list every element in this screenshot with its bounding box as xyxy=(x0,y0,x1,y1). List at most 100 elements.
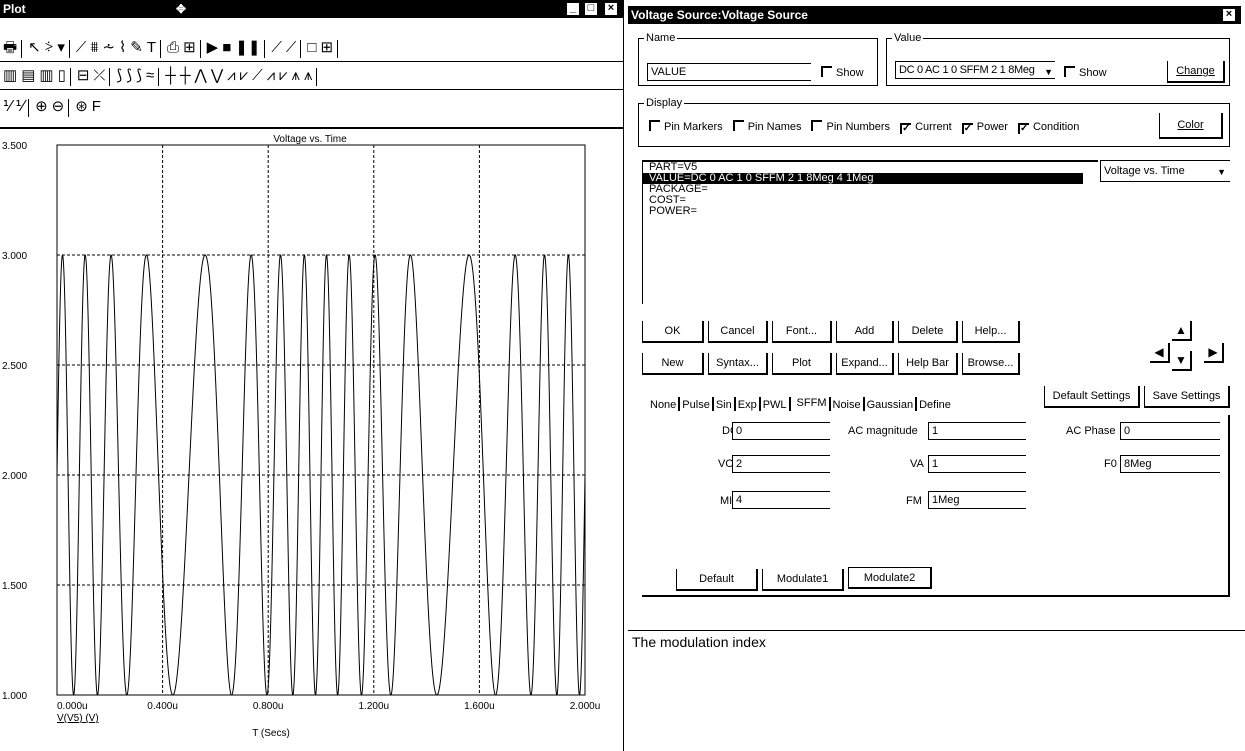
toolbar-button-icon[interactable]: ▾ xyxy=(57,39,65,57)
toolbar-button-icon[interactable]: ┼ xyxy=(180,67,191,85)
display-option-current[interactable]: Current xyxy=(900,121,952,134)
toolbar-button-icon[interactable]: ⩚ xyxy=(304,67,312,85)
toolbar-button-icon[interactable]: ▥ xyxy=(39,67,53,85)
f0-field[interactable]: 8Meg xyxy=(1120,455,1220,473)
toolbar-button-icon[interactable]: ▯ xyxy=(58,67,66,85)
dialog-close-icon[interactable]: × xyxy=(1222,8,1236,22)
toolbar-button-icon[interactable]: 🖶 xyxy=(3,39,17,57)
toolbar-button-icon[interactable]: ⩩ xyxy=(90,39,98,57)
toolbar-button-icon[interactable]: ⟆ xyxy=(126,67,132,85)
name-show-checkbox[interactable]: Show xyxy=(821,66,864,80)
toolbar-button-icon[interactable]: ⸖ xyxy=(45,39,54,57)
toolbar-button-icon[interactable]: T xyxy=(147,39,156,57)
dialog-ok-button[interactable]: OK xyxy=(642,321,704,343)
chevron-down-icon[interactable]: ▼ xyxy=(1217,162,1226,181)
toolbar-button-icon[interactable]: ↖ xyxy=(28,39,41,57)
tab-noise[interactable]: Noise xyxy=(833,399,861,411)
toolbar-button-icon[interactable]: ⟆ xyxy=(116,67,122,85)
dialog-titlebar[interactable]: Voltage Source:Voltage Source xyxy=(628,6,1241,24)
toolbar-button-icon[interactable]: ⩘ xyxy=(227,67,235,85)
value-show-checkbox[interactable]: Show xyxy=(1064,66,1107,80)
save-settings-button[interactable]: Save Settings xyxy=(1144,386,1230,408)
toolbar-button-icon[interactable]: ⩘ xyxy=(267,67,275,85)
display-option-pin-numbers[interactable]: Pin Numbers xyxy=(811,120,890,133)
arrow-right-icon[interactable]: ▶ xyxy=(1204,343,1224,363)
toolbar-button-icon[interactable]: ≈ xyxy=(146,67,154,85)
display-option-condition[interactable]: Condition xyxy=(1017,121,1079,134)
plot-titlebar[interactable]: Plot ✥ xyxy=(0,0,623,18)
ac-magnitude-field[interactable]: 1 xyxy=(928,422,1026,440)
tab-pulse[interactable]: Pulse xyxy=(682,399,710,411)
toolbar-button-icon[interactable]: ⊖ xyxy=(52,98,65,116)
chevron-down-icon[interactable]: ▼ xyxy=(1044,64,1053,78)
dc-field[interactable]: 0 xyxy=(732,422,830,440)
toolbar-button-icon[interactable]: ⤫ xyxy=(93,67,105,85)
arrow-up-icon[interactable]: ▲ xyxy=(1172,321,1192,341)
tab-exp[interactable]: Exp xyxy=(738,399,757,411)
dialog-add-button[interactable]: Add xyxy=(836,321,894,343)
display-option-pin-markers[interactable]: Pin Markers xyxy=(649,120,723,133)
toolbar-button-icon[interactable]: ⩗ xyxy=(279,67,287,85)
preset-modulate2-button[interactable]: Modulate2 xyxy=(848,567,932,589)
color-button[interactable]: Color xyxy=(1159,113,1223,139)
voltage-time-plot[interactable]: 1.000 1.500 2.000 2.500 3.000 3.500 0.000u 0.40… xyxy=(0,130,624,740)
dialog-plot-button[interactable]: Plot xyxy=(772,353,832,375)
maximize-icon[interactable]: □ xyxy=(584,2,598,16)
dialog-expand-button[interactable]: Expand... xyxy=(836,353,894,375)
fm-field[interactable]: 1Meg xyxy=(928,491,1026,509)
toolbar-button-icon[interactable]: ⊕ xyxy=(35,98,48,116)
plot-select[interactable]: Voltage vs. Time ▼ xyxy=(1100,160,1230,182)
toolbar-button-icon[interactable]: ✎ xyxy=(130,39,143,57)
toolbar-button-icon[interactable]: ▤ xyxy=(21,67,35,85)
property-list[interactable]: PART=V5 VALUE=DC 0 AC 1 0 SFFM 2 1 8Meg 4… xyxy=(642,160,1098,304)
toolbar-button-icon[interactable]: ⌇ xyxy=(119,39,126,57)
tab-pwl[interactable]: PWL xyxy=(763,399,787,411)
ac-phase-field[interactable]: 0 xyxy=(1120,422,1220,440)
tab-none[interactable]: None xyxy=(650,399,676,411)
toolbar-button-icon[interactable]: ■ xyxy=(222,39,231,57)
dialog-browse-button[interactable]: Browse... xyxy=(962,353,1020,375)
dialog-font-button[interactable]: Font... xyxy=(772,321,832,343)
dialog-cancel-button[interactable]: Cancel xyxy=(708,321,768,343)
toolbar-button-icon[interactable]: ⊟ xyxy=(77,67,90,85)
toolbar-button-icon[interactable]: ⊛ xyxy=(75,98,88,116)
toolbar-button-icon[interactable]: ⊞ xyxy=(320,39,333,57)
toolbar-button-icon[interactable]: ▶ xyxy=(207,39,219,57)
toolbar-button-icon[interactable]: ⟋ xyxy=(271,39,282,57)
minimize-icon[interactable]: _ xyxy=(566,2,580,16)
tab-gaussian[interactable]: Gaussian xyxy=(867,399,913,411)
arrow-left-icon[interactable]: ◀ xyxy=(1150,343,1170,363)
display-option-power[interactable]: Power xyxy=(961,121,1008,134)
dialog-new-button[interactable]: New xyxy=(642,353,704,375)
preset-default-button[interactable]: Default xyxy=(676,569,758,591)
toolbar-button-icon[interactable]: ⅟ xyxy=(3,98,12,116)
toolbar-button-icon[interactable]: ⋁ xyxy=(211,67,223,85)
preset-modulate1-button[interactable]: Modulate1 xyxy=(762,569,844,591)
tab-define[interactable]: Define xyxy=(919,399,951,411)
change-button[interactable]: Change xyxy=(1167,61,1225,83)
toolbar-button-icon[interactable]: ⩪ xyxy=(102,39,115,57)
toolbar-button-icon[interactable]: □ xyxy=(307,39,316,57)
toolbar-button-icon[interactable]: ❚❚ xyxy=(235,39,260,57)
property-item[interactable]: POWER= xyxy=(643,206,1098,217)
property-item[interactable]: COST= xyxy=(643,195,1098,206)
name-field[interactable]: VALUE xyxy=(647,63,811,81)
property-item[interactable]: VALUE=DC 0 AC 1 0 SFFM 2 1 8Meg 4 1Meg xyxy=(643,173,1083,184)
default-settings-button[interactable]: Default Settings xyxy=(1044,386,1140,408)
toolbar-button-icon[interactable]: F xyxy=(92,98,101,116)
tab-sin[interactable]: Sin xyxy=(716,399,732,411)
dialog-syntax-button[interactable]: Syntax... xyxy=(708,353,768,375)
toolbar-button-icon[interactable]: ⋀ xyxy=(195,67,207,85)
property-item[interactable]: PACKAGE= xyxy=(643,184,1098,195)
toolbar-button-icon[interactable]: ⅟ xyxy=(16,98,25,116)
toolbar-button-icon[interactable]: ⩚ xyxy=(292,67,300,85)
mi-field[interactable]: 4 xyxy=(732,491,830,509)
toolbar-button-icon[interactable]: ⟋ xyxy=(252,67,263,85)
va-field[interactable]: 1 xyxy=(928,455,1026,473)
toolbar-button-icon[interactable]: ⟋ xyxy=(286,39,297,57)
value-combo[interactable]: DC 0 AC 1 0 SFFM 2 1 8Meg ▼ xyxy=(895,61,1055,79)
arrow-down-icon[interactable]: ▼ xyxy=(1172,351,1192,371)
toolbar-button-icon[interactable]: ⊞ xyxy=(183,39,196,57)
toolbar-button-icon[interactable]: ⎙ xyxy=(167,39,179,57)
display-option-pin-names[interactable]: Pin Names xyxy=(732,120,801,133)
